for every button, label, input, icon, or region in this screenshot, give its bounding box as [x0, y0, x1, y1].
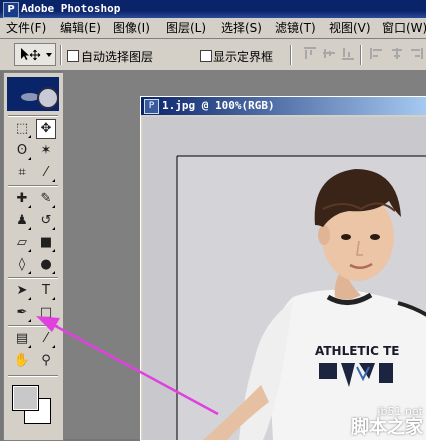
foreground-color-swatch[interactable] [12, 385, 39, 411]
move-icon: ✥ [40, 121, 52, 136]
show-bounds-label: 显示定界框 [213, 50, 274, 64]
show-bounds-checkbox[interactable] [200, 50, 212, 62]
menu-select[interactable]: 选择(S) [221, 20, 262, 36]
slice-icon: ⁄ [44, 165, 48, 180]
eyedropper-tool[interactable]: ⁄ [36, 329, 56, 349]
rectangle-icon: □ [39, 305, 53, 320]
gradient-tool[interactable]: ■ [36, 233, 56, 253]
brush-icon: ✎ [40, 191, 52, 206]
zoom-tool[interactable]: ⚲ [36, 351, 56, 371]
align-top-icon[interactable] [303, 47, 317, 60]
stamp-icon: ♟ [16, 213, 28, 228]
app-title-bar: P Adobe Photoshop [0, 0, 426, 18]
water-drop-icon: ◊ [18, 257, 26, 272]
type-icon: T [42, 283, 50, 298]
options-bar: 自动选择图层 显示定界框 [0, 39, 426, 71]
magnifier-icon: ⚲ [41, 353, 51, 368]
hand-tool[interactable]: ✋ [12, 351, 32, 371]
toolbox-divider [8, 375, 58, 377]
image-canvas[interactable]: ATHLETIC TE jb51.net 脚本之家 [143, 117, 426, 440]
align-hcenter-icon[interactable] [390, 47, 404, 60]
toolbox: ⬚ ✥ ʘ ✶ ⌗ ⁄ ✚ ✎ ♟ ↺ ▱ ■ ◊ ● ➤ T ✒ □ ▤ ⁄ … [3, 72, 64, 441]
arrow-pointer-icon: ➤ [16, 283, 28, 298]
dodge-tool[interactable]: ● [36, 255, 56, 275]
options-separator [60, 45, 62, 65]
lasso-icon: ʘ [16, 143, 28, 158]
adobe-online-icon [37, 87, 59, 109]
eyedropper-icon: ⁄ [44, 331, 48, 346]
align-left-icon[interactable] [370, 47, 384, 60]
pen-icon: ✒ [16, 305, 28, 320]
document-title: 1.jpg @ 100%(RGB) [162, 99, 275, 112]
type-tool[interactable]: T [36, 281, 56, 301]
menu-view[interactable]: 视图(V) [329, 20, 371, 36]
healing-brush-tool[interactable]: ✚ [12, 189, 32, 209]
document-window: P 1.jpg @ 100%(RGB) ATHLETIC TE jb51.net… [140, 96, 426, 441]
lasso-tool[interactable]: ʘ [12, 141, 32, 161]
menu-window[interactable]: 窗口(W) [382, 20, 426, 36]
app-title: Adobe Photoshop [21, 2, 121, 15]
hand-icon: ✋ [13, 353, 31, 368]
move-icon [21, 48, 52, 61]
path-selection-tool[interactable]: ➤ [12, 281, 32, 301]
photo-boy: ATHLETIC TE [143, 117, 426, 440]
align-right-icon[interactable] [410, 47, 424, 60]
history-brush-tool[interactable]: ↺ [36, 211, 56, 231]
magic-wand-icon: ✶ [40, 143, 52, 158]
clone-stamp-tool[interactable]: ♟ [12, 211, 32, 231]
shape-tool[interactable]: □ [36, 303, 56, 323]
magic-wand-tool[interactable]: ✶ [36, 141, 56, 161]
marquee-icon: ⬚ [15, 121, 29, 136]
options-separator [290, 45, 292, 65]
crop-tool[interactable]: ⌗ [12, 163, 32, 183]
watermark: jb51.net 脚本之家 [351, 406, 423, 438]
notes-icon: ▤ [15, 331, 29, 346]
marquee-tool[interactable]: ⬚ [12, 119, 32, 139]
tool-preset-picker[interactable] [14, 43, 56, 66]
auto-select-checkbox[interactable] [67, 50, 79, 62]
menu-image[interactable]: 图像(I) [113, 20, 150, 36]
shirt-print-text: ATHLETIC TE [315, 344, 399, 358]
notes-tool[interactable]: ▤ [12, 329, 32, 349]
menu-file[interactable]: 文件(F) [6, 20, 46, 36]
document-icon: P [144, 99, 159, 114]
toolbox-divider [8, 115, 58, 117]
history-brush-icon: ↺ [40, 213, 52, 228]
auto-select-label: 自动选择图层 [81, 50, 154, 64]
menu-layer[interactable]: 图层(L) [166, 20, 206, 36]
menu-filter[interactable]: 滤镜(T) [275, 20, 316, 36]
options-separator [360, 45, 362, 65]
blur-tool[interactable]: ◊ [12, 255, 32, 275]
gradient-icon: ■ [39, 235, 53, 250]
menu-bar: 文件(F) 编辑(E) 图像(I) 图层(L) 选择(S) 滤镜(T) 视图(V… [0, 18, 426, 39]
align-vcenter-icon[interactable] [322, 47, 336, 60]
pen-tool[interactable]: ✒ [12, 303, 32, 323]
toolbox-header[interactable] [7, 77, 59, 111]
slice-tool[interactable]: ⁄ [36, 163, 56, 183]
photoshop-logo-icon: P [3, 2, 19, 18]
dodge-icon: ● [40, 257, 52, 272]
menu-edit[interactable]: 编辑(E) [60, 20, 101, 36]
eraser-tool[interactable]: ▱ [12, 233, 32, 253]
move-tool[interactable]: ✥ [36, 119, 56, 139]
watermark-text: 脚本之家 [351, 417, 423, 438]
toolbox-divider [8, 185, 58, 187]
crop-icon: ⌗ [18, 165, 26, 180]
align-bottom-icon[interactable] [341, 47, 355, 60]
brush-tool[interactable]: ✎ [36, 189, 56, 209]
document-title-bar[interactable]: P 1.jpg @ 100%(RGB) [141, 97, 426, 115]
eraser-icon: ▱ [17, 235, 27, 250]
toolbox-divider [8, 325, 58, 327]
bandage-icon: ✚ [16, 191, 28, 206]
toolbox-divider [8, 277, 58, 279]
